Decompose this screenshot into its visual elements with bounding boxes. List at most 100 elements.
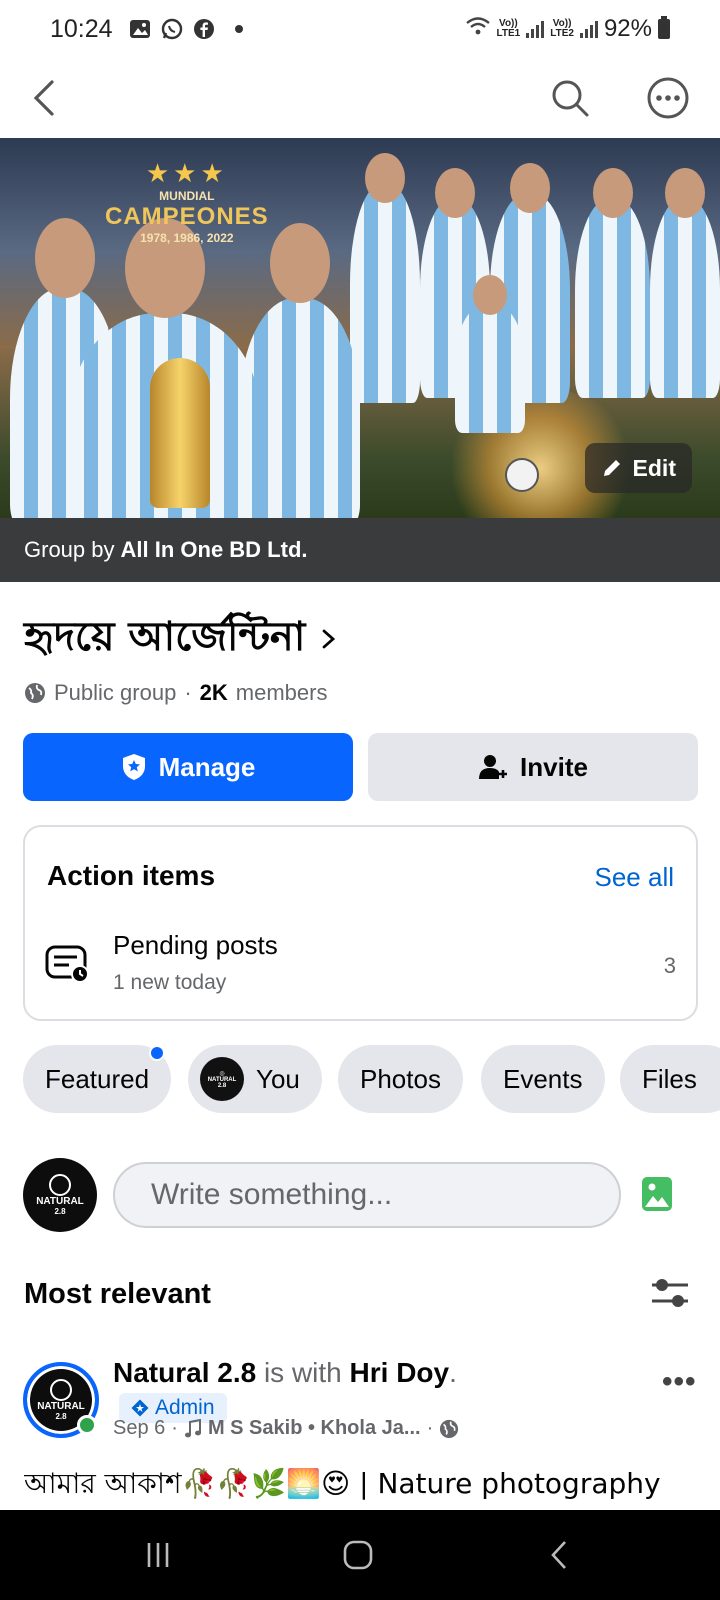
- pending-posts-item[interactable]: Pending posts 1 new today: [113, 930, 278, 995]
- avatar-line1: NATURAL: [36, 1196, 84, 1207]
- post-with-text: is with: [263, 1357, 342, 1388]
- add-photo-button[interactable]: [640, 1175, 674, 1218]
- tab-featured-label: Featured: [45, 1063, 150, 1094]
- feed-filter-button[interactable]: [650, 1275, 690, 1316]
- post-period: .: [449, 1357, 457, 1388]
- sort-label[interactable]: Most relevant: [24, 1278, 211, 1311]
- more-options-button[interactable]: [628, 58, 708, 138]
- chevron-right-icon: [322, 629, 336, 648]
- battery-icon: [658, 16, 670, 39]
- invite-button[interactable]: Invite: [368, 733, 698, 801]
- wifi-icon: [465, 15, 491, 43]
- post-author-line: Natural 2.8 is with Hri Doy.: [113, 1357, 457, 1389]
- group-by-prefix: Group by: [24, 537, 115, 562]
- meta-separator-dot: ·: [171, 1417, 178, 1439]
- online-status-indicator: [77, 1415, 97, 1435]
- system-back-button[interactable]: [500, 1510, 620, 1600]
- system-back-icon: [551, 1541, 566, 1569]
- group-owner-banner: Group by All In One BD Ltd.: [0, 518, 720, 582]
- status-time: 10:24: [50, 14, 113, 43]
- group-cover-photo[interactable]: ★★★ MUNDIAL CAMPEONES 1978, 1986, 2022 E…: [0, 138, 720, 518]
- post-date[interactable]: Sep 6: [113, 1417, 165, 1440]
- back-button[interactable]: [4, 58, 84, 138]
- home-icon: [343, 1540, 373, 1570]
- cover-player-figure: [650, 168, 720, 398]
- cover-player-figure: [575, 168, 650, 398]
- avatar-line1: NATURAL: [37, 1401, 85, 1412]
- tab-files[interactable]: Files: [620, 1045, 720, 1113]
- post-more-options-button[interactable]: •••: [662, 1365, 697, 1399]
- tab-events[interactable]: Events: [481, 1045, 605, 1113]
- post-tagged-name[interactable]: Hri Doy: [350, 1357, 450, 1388]
- more-horizontal-icon: [647, 77, 689, 119]
- manage-button[interactable]: Manage: [23, 733, 353, 801]
- invite-label: Invite: [520, 751, 588, 782]
- photo-icon: [642, 1177, 672, 1211]
- lens-logo: [50, 1379, 72, 1401]
- tab-you-label: You: [256, 1063, 300, 1094]
- member-count[interactable]: 2K: [200, 680, 228, 706]
- new-indicator-dot: [149, 1045, 166, 1061]
- avatar-line2: 2.8: [54, 1207, 66, 1216]
- whatsapp-notification-icon: [161, 18, 183, 40]
- home-button[interactable]: [298, 1510, 418, 1600]
- see-all-link[interactable]: See all: [595, 862, 675, 893]
- battery-percent: 92%: [603, 15, 652, 42]
- group-name: হৃদয়ে আর্জেন্টিনা: [24, 614, 306, 660]
- music-note-icon: [184, 1418, 201, 1437]
- post-music-track[interactable]: M S Sakib • Khola Ja...: [208, 1417, 421, 1440]
- action-items-title: Action items: [47, 860, 216, 891]
- tab-featured[interactable]: Featured: [23, 1045, 172, 1113]
- tab-you[interactable]: ◎ NATURAL 2.8 You: [188, 1045, 322, 1113]
- status-bar: 10:24 Vo)) LTE1 Vo)) LTE2 92%: [0, 0, 720, 58]
- signal-sim1-icon: [526, 20, 545, 38]
- members-label[interactable]: members: [236, 680, 328, 706]
- gallery-notification-icon: [129, 18, 151, 40]
- admin-badge-icon: [131, 1399, 149, 1417]
- sliders-icon: [652, 1279, 688, 1307]
- search-icon: [552, 80, 589, 117]
- user-avatar[interactable]: NATURAL 2.8: [23, 1158, 97, 1232]
- system-navigation-bar: [0, 1510, 720, 1600]
- group-tabs: Featured ◎ NATURAL 2.8 You Photos Events F…: [23, 1045, 720, 1113]
- action-items-card: Action items See all Pending posts 1 new…: [23, 825, 698, 1021]
- globe-audience-icon: [440, 1419, 459, 1438]
- tab-events-label: Events: [503, 1063, 583, 1094]
- group-privacy: Public group: [54, 680, 177, 705]
- back-arrow-icon: [33, 80, 54, 116]
- avatar-line2: 2.8: [55, 1412, 67, 1421]
- pending-posts-subtitle: 1 new today: [113, 971, 227, 994]
- post-text: আমার আকাশ🥀🥀🌿🌅😍 | Nature photography: [24, 1467, 661, 1500]
- pending-posts-title: Pending posts: [113, 930, 278, 960]
- edit-cover-button[interactable]: Edit: [584, 443, 692, 493]
- post-author-name[interactable]: Natural 2.8: [113, 1357, 256, 1388]
- tab-photos[interactable]: Photos: [338, 1045, 463, 1113]
- group-owner-link[interactable]: All In One BD Ltd.: [121, 537, 308, 563]
- globe-icon: [25, 683, 45, 703]
- world-cup-trophy: [150, 358, 210, 508]
- group-title-row[interactable]: হৃদয়ে আর্জেন্টিনা: [24, 605, 337, 672]
- you-avatar: ◎ NATURAL 2.8: [200, 1057, 244, 1101]
- meta-separator: ·: [184, 680, 192, 705]
- post-meta: Sep 6 · M S Sakib • Khola Ja... ·: [113, 1417, 459, 1440]
- pending-posts-icon: [45, 944, 91, 989]
- top-navigation: [0, 58, 720, 138]
- cover-campeones-logo: ★★★ MUNDIAL CAMPEONES 1978, 1986, 2022: [105, 158, 269, 245]
- write-something-input[interactable]: Write something...: [113, 1162, 621, 1228]
- sim1-label: Vo)) LTE1: [496, 18, 521, 39]
- composer-placeholder: Write something...: [151, 1178, 393, 1211]
- recent-apps-button[interactable]: [98, 1510, 218, 1600]
- tab-photos-label: Photos: [360, 1063, 441, 1094]
- search-button[interactable]: [530, 58, 610, 138]
- recent-apps-icon: [147, 1543, 169, 1567]
- sim2-label: Vo)) LTE2: [550, 18, 574, 39]
- meta-separator-dot: ·: [426, 1417, 434, 1439]
- tab-files-label: Files: [642, 1063, 697, 1094]
- manage-label: Manage: [158, 751, 256, 782]
- facebook-notification-icon: [193, 18, 215, 40]
- admin-shield-icon: [122, 754, 145, 780]
- football: [505, 458, 539, 492]
- edit-cover-label: Edit: [632, 454, 676, 481]
- group-meta: Public group · 2K members: [24, 680, 327, 706]
- lens-logo: [49, 1174, 71, 1196]
